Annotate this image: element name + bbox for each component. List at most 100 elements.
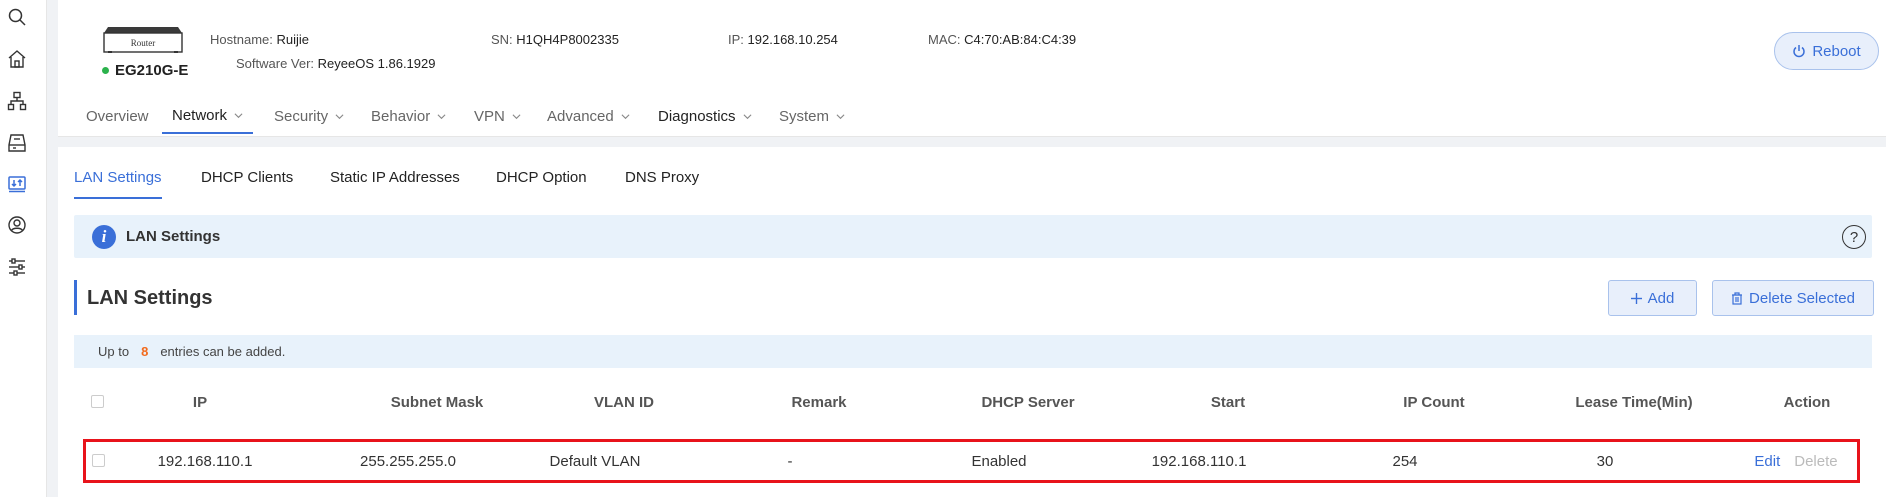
col-action: Action [1783,393,1831,411]
ip-label: IP: [728,32,744,47]
info-icon: i [92,225,116,249]
plus-icon [1630,292,1642,304]
mac-label: MAC: [928,32,961,47]
tab-lan-settings[interactable]: LAN Settings [74,169,162,199]
sn-label: SN: [491,32,513,47]
software-field: Software Ver: ReyeeOS 1.86.1929 [236,56,435,71]
info-banner: i LAN Settings ? [74,215,1872,258]
add-label: Add [1647,289,1675,307]
cell-remark: - [787,452,793,470]
limit-count: 8 [141,344,149,359]
help-icon[interactable]: ? [1842,225,1866,249]
power-icon [1793,45,1806,58]
network-icon[interactable] [0,169,34,199]
online-status-dot [102,67,109,74]
info-title: LAN Settings [126,228,221,245]
cell-start: 192.168.110.1 [1151,452,1247,470]
entries-limit-note: Up to 8 entries can be added. [74,335,1872,368]
nav-diagnostics[interactable]: Diagnostics [658,98,752,134]
device-icon[interactable] [0,128,34,158]
device-model-label: EG210G-E [115,62,189,79]
table-row: 192.168.110.1 255.255.255.0 Default VLAN… [83,439,1860,483]
ip-value: 192.168.10.254 [747,32,838,47]
settings-sliders-icon[interactable] [0,252,34,282]
chevron-down-icon [743,113,752,119]
nav-overview-label: Overview [86,107,149,125]
search-icon[interactable] [0,2,34,32]
nav-system[interactable]: System [779,98,845,134]
device-header: Router EG210G-E Hostname: Ruijie Softwar… [58,0,1886,137]
col-vlan-id: VLAN ID [594,393,654,411]
chevron-down-icon [512,113,521,119]
nav-behavior-label: Behavior [371,107,431,125]
ip-field: IP: 192.168.10.254 [728,32,838,47]
sn-value: H1QH4P8002335 [516,32,619,47]
hostname-field: Hostname: Ruijie [210,32,309,47]
col-lease-time: Lease Time(Min) [1575,393,1693,411]
nav-overview[interactable]: Overview [86,98,149,134]
cell-ip: 192.168.110.1 [157,452,253,470]
chevron-down-icon [621,113,630,119]
cell-ip-count: 254 [1392,452,1418,470]
tab-static-ip-addresses[interactable]: Static IP Addresses [330,169,460,199]
nav-vpn-label: VPN [474,107,505,125]
home-icon[interactable] [0,44,34,74]
reboot-button[interactable]: Reboot [1774,32,1879,70]
nav-security-label: Security [274,107,329,125]
col-subnet-mask: Subnet Mask [390,393,484,411]
user-icon[interactable] [0,210,34,240]
software-label: Software Ver: [236,56,315,71]
col-ip-count: IP Count [1403,393,1465,411]
chevron-down-icon [335,113,344,119]
device-model: EG210G-E [102,62,188,79]
nav-diagnostics-label: Diagnostics [658,107,736,125]
cell-dhcp-server: Enabled [971,452,1027,470]
nav-network[interactable]: Network [162,98,254,134]
trash-icon [1732,291,1743,305]
hostname-label: Hostname: [210,32,273,47]
tab-dhcp-clients[interactable]: DHCP Clients [201,169,293,199]
edit-link[interactable]: Edit [1754,453,1780,470]
chevron-down-icon [234,112,243,118]
cell-vlan-id: Default VLAN [549,452,641,470]
cell-action: Edit Delete [1741,442,1851,480]
add-button[interactable]: Add [1608,280,1697,316]
row-checkbox[interactable] [92,454,105,467]
tab-dns-proxy[interactable]: DNS Proxy [625,169,699,199]
nav-security[interactable]: Security [274,98,344,134]
col-ip: IP [192,393,208,411]
nav-vpn[interactable]: VPN [474,98,521,134]
nav-advanced[interactable]: Advanced [547,98,630,134]
delete-link[interactable]: Delete [1794,453,1837,470]
hostname-value: Ruijie [276,32,310,47]
left-rail [0,0,47,497]
nav-system-label: System [779,107,830,125]
limit-prefix: Up to [98,344,130,359]
col-remark: Remark [791,393,847,411]
nav-behavior[interactable]: Behavior [371,98,446,134]
delete-selected-label: Delete Selected [1749,289,1855,307]
chevron-down-icon [836,113,845,119]
router-image: Router [102,25,184,54]
delete-selected-button[interactable]: Delete Selected [1712,280,1874,316]
section-title: LAN Settings [87,287,213,309]
tab-dhcp-option[interactable]: DHCP Option [496,169,587,199]
software-value: ReyeeOS 1.86.1929 [317,56,436,71]
col-dhcp-server: DHCP Server [981,393,1075,411]
main-panel: LAN Settings DHCP Clients Static IP Addr… [58,147,1886,497]
select-all-checkbox[interactable] [91,395,104,408]
router-label: Router [131,38,156,48]
mac-field: MAC: C4:70:AB:84:C4:39 [928,32,1076,47]
sn-field: SN: H1QH4P8002335 [491,32,619,47]
cell-subnet-mask: 255.255.255.0 [360,452,456,470]
chevron-down-icon [437,113,446,119]
topology-icon[interactable] [0,86,34,116]
nav-advanced-label: Advanced [547,107,614,125]
section-accent-bar [74,280,77,315]
col-start: Start [1210,393,1246,411]
cell-lease-time: 30 [1596,452,1614,470]
nav-network-label: Network [172,106,228,124]
limit-suffix: entries can be added. [160,344,286,359]
mac-value: C4:70:AB:84:C4:39 [964,32,1077,47]
reboot-label: Reboot [1812,42,1861,60]
